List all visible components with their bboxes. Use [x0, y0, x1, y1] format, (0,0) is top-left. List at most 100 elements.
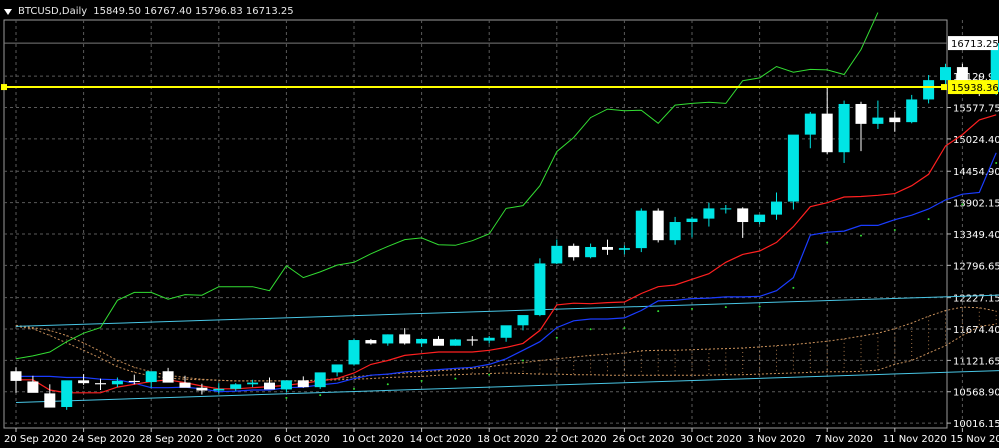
price-axis-label: 12796.65 — [953, 261, 999, 272]
signal-dot — [860, 234, 862, 237]
candle-body — [399, 334, 411, 344]
candle-body — [365, 340, 377, 344]
signal-dot — [691, 307, 693, 310]
candle-body — [433, 338, 444, 346]
candle-body — [27, 381, 39, 393]
candle-body — [213, 388, 225, 391]
candle-body — [585, 246, 597, 258]
candle-body — [551, 245, 563, 264]
signal-dot — [961, 203, 964, 206]
candle-body — [568, 245, 580, 258]
signal-dot — [724, 306, 727, 309]
signal-dot — [657, 310, 660, 313]
candle-body — [230, 384, 242, 389]
time-axis-label: 30 Oct 2020 — [680, 434, 742, 445]
candle-body — [754, 214, 766, 223]
candle-body — [771, 201, 782, 215]
signal-dot — [285, 396, 288, 399]
candle-body — [872, 117, 884, 124]
price-axis-label: 10568.90 — [953, 388, 999, 399]
signal-dot — [454, 377, 457, 380]
candle-body — [247, 382, 259, 385]
price-axis-label: 11674.40 — [953, 325, 999, 336]
price-axis-label: 10016.15 — [953, 419, 999, 430]
candle-body — [737, 208, 749, 223]
candle-body — [618, 248, 630, 250]
signal-dot — [623, 327, 626, 330]
candle-body — [889, 117, 901, 123]
candle-body — [821, 113, 833, 153]
candle-body — [686, 218, 698, 223]
time-axis-label: 28 Sep 2020 — [139, 434, 202, 445]
candle-body — [44, 393, 56, 408]
price-axis-label: 13902.15 — [953, 199, 999, 210]
candle-body — [128, 380, 140, 383]
candle-body — [906, 99, 918, 123]
candle-body — [534, 263, 546, 316]
candle-body — [787, 134, 799, 202]
ichimoku-span-a — [15, 306, 997, 382]
signal-dot — [522, 359, 524, 362]
price-axis-label: 13349.40 — [953, 230, 999, 241]
price-chart[interactable]: 16129.9015577.7515024.4014454.9013902.15… — [0, 0, 999, 448]
time-axis-label: 7 Nov 2020 — [815, 434, 873, 445]
candle-body — [466, 339, 478, 341]
candle-body — [95, 383, 106, 385]
time-axis-label: 26 Oct 2020 — [612, 434, 674, 445]
signal-dot — [893, 228, 896, 231]
candle-body — [416, 338, 428, 344]
signal-dot — [488, 373, 491, 376]
candle-body — [196, 387, 208, 391]
signal-dot — [995, 161, 998, 164]
time-axis-label: 22 Oct 2020 — [545, 434, 607, 445]
chart-window[interactable]: BTCUSD,Daily 15849.50 16767.40 15796.83 … — [0, 0, 999, 448]
candle-body — [382, 334, 394, 344]
candle-body — [635, 210, 647, 249]
candle-body — [162, 371, 174, 383]
signal-dot — [420, 379, 423, 382]
candle-body — [145, 371, 157, 383]
candle-body — [61, 380, 73, 408]
signal-dot — [353, 387, 355, 390]
candle-body — [483, 337, 495, 341]
candle-body — [703, 208, 715, 219]
signal-dot — [555, 336, 558, 339]
time-axis-label: 2 Oct 2020 — [207, 434, 262, 445]
candle-body — [602, 246, 613, 250]
signal-dot — [792, 286, 795, 289]
candle-body — [111, 380, 123, 385]
candle-body — [855, 103, 867, 124]
signal-dot — [386, 383, 389, 386]
chikou-span-line — [15, 12, 879, 360]
candle-body — [804, 113, 816, 135]
signal-dot — [927, 218, 930, 221]
candle-body — [517, 315, 529, 326]
candle-body — [331, 364, 343, 373]
candle-body — [348, 340, 360, 365]
candle-body — [314, 372, 326, 388]
candle-body — [500, 325, 512, 338]
signal-dot — [758, 305, 761, 308]
candle-body — [10, 371, 22, 381]
candle-body — [720, 208, 732, 210]
time-axis-label: 15 Nov 2020 — [950, 434, 999, 445]
time-axis-label: 11 Nov 2020 — [883, 434, 947, 445]
candle-body — [652, 210, 664, 241]
current-price-label: 16713.25 — [951, 39, 999, 50]
signal-dot — [589, 328, 592, 331]
time-axis-label: 18 Oct 2020 — [477, 434, 539, 445]
price-axis-label: 15577.75 — [953, 104, 999, 115]
candle-body — [923, 80, 935, 100]
candle-body — [297, 380, 309, 388]
channel-upper-line — [15, 294, 999, 327]
level-price-label: 15938.36 — [951, 83, 999, 94]
time-axis-label: 6 Oct 2020 — [274, 434, 329, 445]
kijun-sen-line — [16, 152, 997, 393]
candle-body — [449, 339, 461, 346]
candle-body — [179, 382, 191, 388]
candle-body — [264, 382, 275, 390]
candle-body — [669, 222, 681, 241]
time-axis-label: 3 Nov 2020 — [748, 434, 806, 445]
time-axis-label: 24 Sep 2020 — [72, 434, 135, 445]
signal-dot — [319, 394, 322, 397]
